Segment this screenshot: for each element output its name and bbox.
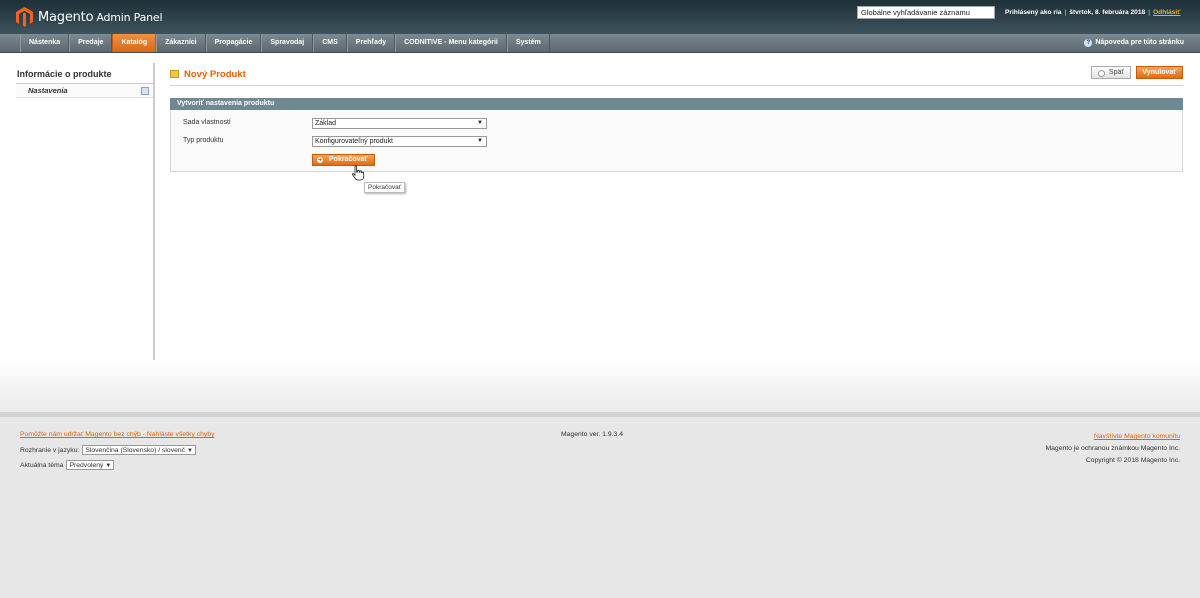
nav-item-sales[interactable]: Predaje	[69, 34, 113, 52]
attribute-set-select[interactable]: Základ ▼	[312, 118, 487, 129]
dropdown-arrow-icon: ▼	[105, 463, 112, 469]
help-icon: ?	[1084, 39, 1093, 47]
main-nav: Nástenka Predaje Katalóg Zákazníci Propa…	[0, 34, 1200, 53]
sidebar-title: Informácie o produkte	[16, 63, 153, 84]
nav-item-newsletter[interactable]: Spravodaj	[261, 34, 314, 52]
product-box-icon	[170, 70, 179, 78]
user-info: Prihlásený ako ria | štvrtok, 8. februára …	[1005, 9, 1181, 16]
dropdown-arrow-icon: ▼	[186, 448, 193, 454]
community-link[interactable]: Navštívte Magento komunitu	[1094, 433, 1180, 440]
product-type-value: Konfigurovateľný produkt	[315, 138, 393, 145]
logged-in-label: Prihlásený ako ria	[1005, 9, 1062, 16]
back-icon	[1098, 70, 1105, 77]
trademark-text: Magento je ochranou známkou Magento Inc.	[1045, 445, 1180, 452]
attribute-set-value: Základ	[315, 120, 337, 127]
report-bugs-link[interactable]: Pomôžte nám udržať Magento bez chýb - Na…	[20, 431, 214, 438]
magento-logo[interactable]: Magento Admin Panel	[16, 6, 163, 28]
back-button-label: Späť	[1108, 69, 1124, 76]
nav-item-promotions[interactable]: Propagácie	[205, 34, 262, 52]
nav-item-system[interactable]: Systém	[506, 34, 550, 52]
help-link[interactable]: ? Nápoveda pre túto stránku	[1084, 34, 1184, 52]
logo-brand: Magento	[38, 9, 94, 25]
product-sidebar: Informácie o produkte Nastavenia	[16, 63, 155, 362]
nav-item-dashboard[interactable]: Nástenka	[20, 34, 70, 52]
language-value: Slovenčina (Slovensko) / slovenč	[85, 447, 186, 454]
nav-item-catalog[interactable]: Katalóg	[112, 34, 157, 52]
settings-form: Sada vlastností Základ ▼ Typ produktu Ko…	[170, 110, 1183, 193]
settings-tab-icon	[141, 87, 149, 95]
page-fade	[0, 360, 1200, 412]
sidebar-item-label: Nastavenia	[28, 86, 68, 95]
global-search-input[interactable]: Globálne vyhľadávanie záznamu	[857, 6, 995, 19]
dropdown-arrow-icon: ▼	[477, 120, 483, 126]
magento-logo-icon	[16, 7, 33, 27]
nav-item-customers[interactable]: Zákazníci	[156, 34, 206, 52]
continue-icon: ➜	[317, 157, 323, 163]
continue-button-label: Pokračovať	[329, 156, 368, 163]
magento-version: Magento ver. 1.9.3.4	[561, 431, 623, 438]
nav-item-cms[interactable]: CMS	[313, 34, 347, 52]
continue-tooltip: Pokračovať	[364, 182, 406, 193]
nav-item-codnitive-menu[interactable]: CODNITIVE - Menu kategórií	[395, 34, 507, 52]
attribute-set-label: Sada vlastností	[183, 119, 231, 126]
back-button[interactable]: Späť	[1091, 66, 1131, 79]
sidebar-item-settings[interactable]: Nastavenia	[16, 84, 153, 98]
content: Nový Produkt Späť Vynulovať Vytvoriť nas…	[170, 65, 1183, 193]
product-type-label: Typ produktu	[183, 137, 224, 144]
copyright-text: Copyright © 2018 Magento Inc.	[1085, 457, 1180, 464]
continue-button[interactable]: ➜ Pokračovať	[312, 154, 375, 166]
footer: Pomôžte nám udržať Magento bez chýb - Na…	[0, 412, 1200, 598]
page-header: Nový Produkt Späť Vynulovať	[170, 65, 1183, 86]
theme-select[interactable]: Predvolený ▼	[66, 460, 115, 470]
help-label: Nápoveda pre túto stránku	[1095, 39, 1184, 46]
logo-suffix: Admin Panel	[96, 10, 163, 24]
nav-item-reports[interactable]: Prehľady	[346, 34, 396, 52]
dropdown-arrow-icon: ▼	[477, 138, 483, 144]
main-area: Informácie o produkte Nastavenia Nový Pr…	[0, 53, 1200, 365]
admin-header: Magento Admin Panel Globálne vyhľadávanie…	[0, 0, 1200, 34]
language-select[interactable]: Slovenčina (Slovensko) / slovenč ▼	[82, 445, 196, 455]
theme-value: Predvolený	[69, 462, 104, 469]
language-label: Rozhranie v jazyku:	[20, 446, 80, 454]
section-header: Vytvoriť nastavenia produktu	[170, 98, 1183, 110]
logout-link[interactable]: Odhlásiť	[1153, 9, 1180, 16]
page-title: Nový Produkt	[184, 69, 246, 80]
reset-button[interactable]: Vynulovať	[1136, 66, 1183, 79]
current-date: štvrtok, 8. februára 2018	[1069, 9, 1146, 16]
theme-label: Aktuálna téma	[20, 461, 64, 469]
product-type-select[interactable]: Konfigurovateľný produkt ▼	[312, 136, 487, 147]
hand-cursor-icon	[351, 165, 365, 181]
